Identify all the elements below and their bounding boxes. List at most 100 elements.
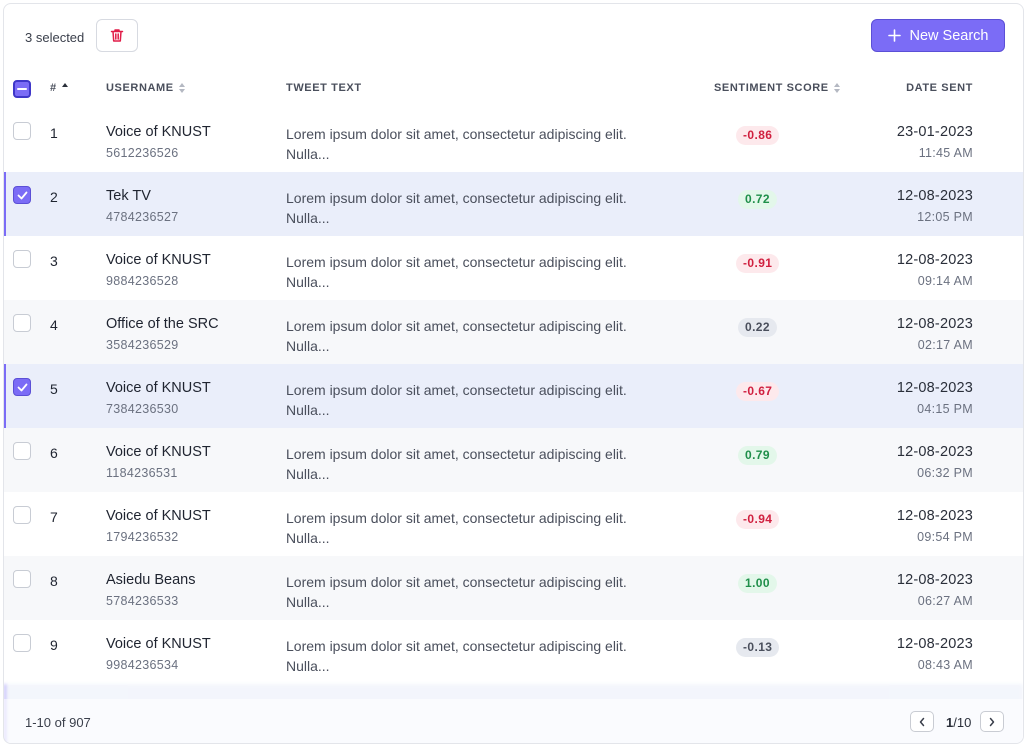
next-page-button[interactable] bbox=[980, 711, 1004, 732]
row-checkbox[interactable] bbox=[13, 378, 31, 396]
select-all-checkbox[interactable] bbox=[13, 80, 31, 98]
delete-selected-button[interactable] bbox=[96, 19, 138, 52]
chevron-left-icon bbox=[919, 717, 925, 726]
row-user-id: 7384236530 bbox=[106, 402, 179, 416]
sentiment-badge: -0.13 bbox=[736, 638, 780, 657]
row-tweet-text: Lorem ipsum dolor sit amet, consectetur … bbox=[286, 510, 627, 546]
row-checkbox[interactable] bbox=[13, 186, 31, 204]
table-row[interactable]: 6 Voice of KNUST 1184236531 Lorem ipsum … bbox=[4, 428, 1023, 492]
row-tweet-text: Lorem ipsum dolor sit amet, consectetur … bbox=[286, 126, 627, 162]
table-row[interactable]: 7 Voice of KNUST 1794236532 Lorem ipsum … bbox=[4, 492, 1023, 556]
row-tweet-text: Lorem ipsum dolor sit amet, consectetur … bbox=[286, 382, 627, 418]
row-tweet-text: Lorem ipsum dolor sit amet, consectetur … bbox=[286, 254, 627, 290]
table-row[interactable]: 8 Asiedu Beans 5784236533 Lorem ipsum do… bbox=[4, 556, 1023, 620]
table-body: 1 Voice of KNUST 5612236526 Lorem ipsum … bbox=[4, 108, 1023, 684]
row-user-id: 4784236527 bbox=[106, 210, 179, 224]
row-date: 12-08-2023 bbox=[896, 444, 973, 460]
row-checkbox[interactable] bbox=[13, 570, 31, 588]
row-tweet-text: Lorem ipsum dolor sit amet, consectetur … bbox=[286, 638, 627, 674]
row-checkbox[interactable] bbox=[13, 250, 31, 268]
row-number: 3 bbox=[50, 253, 58, 269]
sort-ascending-icon bbox=[61, 83, 68, 93]
row-number: 5 bbox=[50, 381, 58, 397]
sentiment-badge: 1.00 bbox=[738, 574, 777, 593]
row-number: 7 bbox=[50, 509, 58, 525]
row-number: 1 bbox=[50, 125, 58, 141]
new-search-button[interactable]: New Search bbox=[871, 19, 1005, 52]
chevron-right-icon bbox=[989, 717, 995, 726]
sentiment-badge: 0.79 bbox=[738, 446, 777, 465]
new-search-label: New Search bbox=[909, 27, 989, 44]
table-row[interactable]: 1 Voice of KNUST 5612236526 Lorem ipsum … bbox=[4, 108, 1023, 172]
column-header-tweet-text-label: TWEET TEXT bbox=[286, 82, 362, 94]
row-date: 12-08-2023 bbox=[896, 316, 973, 332]
row-username: Voice of KNUST bbox=[106, 444, 211, 460]
column-header-username[interactable]: USERNAME bbox=[106, 82, 185, 94]
column-header-date: DATE SENT bbox=[906, 82, 973, 94]
row-username: Voice of KNUST bbox=[106, 252, 211, 268]
row-checkbox[interactable] bbox=[13, 122, 31, 140]
row-time: 06:27 AM bbox=[917, 594, 973, 608]
row-tweet-text: Lorem ipsum dolor sit amet, consectetur … bbox=[286, 318, 627, 354]
column-header-sentiment[interactable]: SENTIMENT SCORE bbox=[714, 82, 840, 94]
table-row[interactable]: 5 Voice of KNUST 7384236530 Lorem ipsum … bbox=[4, 364, 1023, 428]
row-user-id: 1184236531 bbox=[106, 466, 178, 480]
table-row[interactable]: 2 Tek TV 4784236527 Lorem ipsum dolor si… bbox=[4, 172, 1023, 236]
row-checkbox[interactable] bbox=[13, 442, 31, 460]
prev-page-button[interactable] bbox=[910, 711, 934, 732]
row-number: 2 bbox=[50, 189, 58, 205]
table-row[interactable]: 9 Voice of KNUST 9984236534 Lorem ipsum … bbox=[4, 620, 1023, 684]
sentiment-badge: -0.91 bbox=[736, 254, 780, 273]
row-checkbox[interactable] bbox=[13, 506, 31, 524]
row-time: 04:15 PM bbox=[917, 402, 973, 416]
row-username: Voice of KNUST bbox=[106, 508, 211, 524]
table-row[interactable]: 4 Office of the SRC 3584236529 Lorem ips… bbox=[4, 300, 1023, 364]
row-time: 12:05 PM bbox=[917, 210, 973, 224]
row-date: 12-08-2023 bbox=[896, 508, 973, 524]
selected-count: 3 selected bbox=[25, 30, 85, 45]
table-header: # USERNAME TWEET TEXT SENTIMENT SCORE DA… bbox=[4, 74, 1023, 104]
row-user-id: 9884236528 bbox=[106, 274, 179, 288]
sort-icon bbox=[833, 83, 840, 93]
row-time: 09:54 PM bbox=[917, 530, 973, 544]
row-date: 23-01-2023 bbox=[896, 124, 973, 140]
row-date: 12-08-2023 bbox=[896, 252, 973, 268]
row-time: 11:45 AM bbox=[918, 146, 973, 160]
sentiment-badge: -0.94 bbox=[736, 510, 780, 529]
row-checkbox[interactable] bbox=[13, 634, 31, 652]
page-indicator: 1/10 bbox=[946, 715, 971, 730]
pagination-range: 1-10 of 907 bbox=[25, 715, 91, 730]
tweets-table-card: 3 selected New Search # USERNAME TWEET T… bbox=[3, 3, 1024, 744]
row-username: Voice of KNUST bbox=[106, 380, 211, 396]
row-number: 9 bbox=[50, 637, 58, 653]
row-checkbox[interactable] bbox=[13, 314, 31, 332]
row-number: 6 bbox=[50, 445, 58, 461]
row-date: 12-08-2023 bbox=[896, 380, 973, 396]
row-username: Voice of KNUST bbox=[106, 124, 211, 140]
column-header-num-label: # bbox=[50, 82, 57, 94]
column-header-num[interactable]: # bbox=[50, 82, 68, 94]
row-number: 4 bbox=[50, 317, 58, 333]
checkmark-icon bbox=[17, 383, 27, 391]
sort-icon bbox=[178, 83, 185, 93]
row-username: Office of the SRC bbox=[106, 316, 219, 332]
row-user-id: 3584236529 bbox=[106, 338, 179, 352]
row-user-id: 5784236533 bbox=[106, 594, 179, 608]
row-time: 02:17 AM bbox=[917, 338, 973, 352]
row-username: Asiedu Beans bbox=[106, 572, 196, 588]
row-tweet-text: Lorem ipsum dolor sit amet, consectetur … bbox=[286, 190, 627, 226]
row-username: Tek TV bbox=[106, 188, 151, 204]
sentiment-badge: -0.86 bbox=[736, 126, 780, 145]
row-username: Voice of KNUST bbox=[106, 636, 211, 652]
row-date: 12-08-2023 bbox=[896, 188, 973, 204]
row-tweet-text: Lorem ipsum dolor sit amet, consectetur … bbox=[286, 574, 627, 610]
column-header-date-label: DATE SENT bbox=[906, 82, 973, 94]
checkmark-icon bbox=[17, 191, 27, 199]
row-tweet-text: Lorem ipsum dolor sit amet, consectetur … bbox=[286, 446, 627, 482]
row-user-id: 1794236532 bbox=[106, 530, 179, 544]
row-time: 09:14 AM bbox=[917, 274, 973, 288]
row-user-id: 5612236526 bbox=[106, 146, 179, 160]
column-header-tweet-text: TWEET TEXT bbox=[286, 82, 362, 94]
sentiment-badge: 0.22 bbox=[738, 318, 777, 337]
table-row[interactable]: 3 Voice of KNUST 9884236528 Lorem ipsum … bbox=[4, 236, 1023, 300]
